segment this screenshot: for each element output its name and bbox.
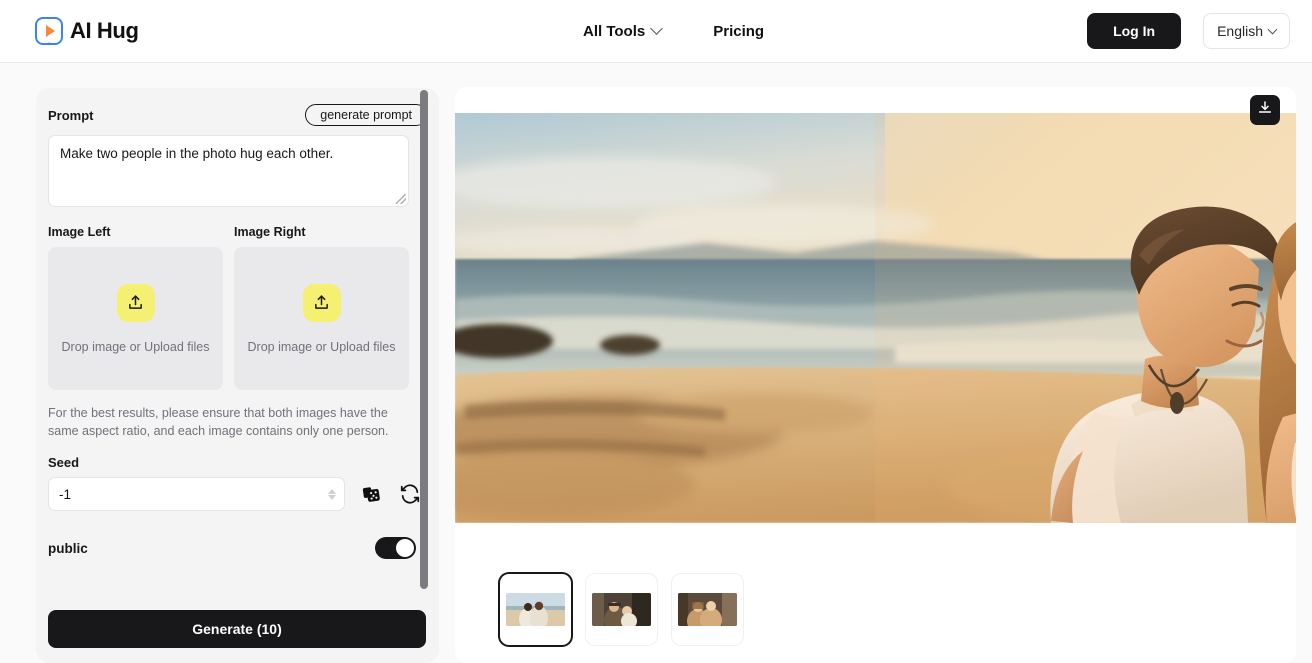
nav-item-all-tools[interactable]: All Tools (583, 21, 664, 40)
chevron-down-icon (650, 21, 664, 35)
upload-icon (116, 283, 155, 322)
language-selector[interactable]: English (1203, 13, 1290, 49)
generate-button[interactable]: Generate (10) (48, 610, 426, 648)
resize-handle-icon[interactable] (396, 194, 406, 204)
thumbnail-image (678, 593, 737, 626)
generate-prompt-button[interactable]: generate prompt (305, 104, 427, 126)
seed-input-value: -1 (59, 486, 72, 502)
thumbnail-strip (500, 574, 743, 645)
site-header: AI Hug All Tools Pricing Log In English (0, 0, 1312, 63)
login-button[interactable]: Log In (1087, 13, 1182, 49)
main-nav: All Tools Pricing (583, 21, 764, 40)
settings-scrollbar[interactable] (420, 90, 428, 589)
image-right-dropzone-text: Drop image or Upload files (247, 339, 396, 354)
upload-icon (302, 283, 341, 322)
image-left-dropzone-text: Drop image or Upload files (61, 339, 210, 354)
prompt-input[interactable]: Make two people in the photo hug each ot… (48, 135, 409, 207)
settings-scroll-area: Prompt generate prompt Make two people i… (36, 88, 439, 588)
header-actions: Log In English (1087, 13, 1290, 49)
language-selector-label: English (1217, 23, 1263, 39)
dice-icon[interactable] (361, 483, 383, 505)
refresh-icon[interactable] (399, 483, 421, 505)
brand-name: AI Hug (70, 18, 139, 43)
images-hint-text: For the best results, please ensure that… (48, 406, 389, 439)
prompt-label: Prompt (48, 107, 94, 123)
seed-input[interactable]: -1 (48, 477, 345, 512)
preview-artwork (455, 113, 1296, 523)
prompt-input-value: Make two people in the photo hug each ot… (60, 146, 334, 161)
image-right-dropzone[interactable]: Drop image or Upload files (234, 247, 409, 390)
public-toggle[interactable] (375, 537, 416, 560)
generated-image-preview[interactable] (455, 113, 1296, 523)
thumbnail-image (592, 593, 651, 626)
image-left-label: Image Left (48, 225, 111, 239)
two-women-thumbnail[interactable] (672, 574, 743, 645)
brand-logo[interactable]: AI Hug (35, 17, 139, 45)
image-right-label: Image Right (234, 225, 306, 239)
seed-label: Seed (48, 455, 80, 471)
seed-row: -1 (48, 477, 427, 512)
download-icon (1257, 100, 1273, 121)
beach-couple-thumbnail[interactable] (500, 574, 571, 645)
download-button[interactable] (1250, 95, 1280, 125)
number-stepper-icon[interactable] (328, 488, 336, 500)
image-left-dropzone[interactable]: Drop image or Upload files (48, 247, 223, 390)
preview-panel (455, 87, 1296, 663)
settings-panel: Prompt generate prompt Make two people i… (36, 88, 439, 663)
image-slots-labels: Image Left Image Right (48, 225, 427, 239)
chevron-down-icon (1267, 24, 1278, 34)
public-row: public (48, 537, 416, 560)
man-and-child-thumbnail[interactable] (586, 574, 657, 645)
play-logo-icon (35, 17, 63, 45)
image-dropzones: Drop image or Upload files Drop image or… (48, 247, 427, 390)
nav-item-all-tools-label: All Tools (583, 22, 646, 40)
nav-item-pricing-label: Pricing (713, 22, 765, 40)
nav-item-pricing[interactable]: Pricing (713, 23, 764, 40)
public-label: public (48, 540, 88, 556)
prompt-header-row: Prompt generate prompt (48, 104, 427, 126)
thumbnail-image (506, 593, 565, 626)
